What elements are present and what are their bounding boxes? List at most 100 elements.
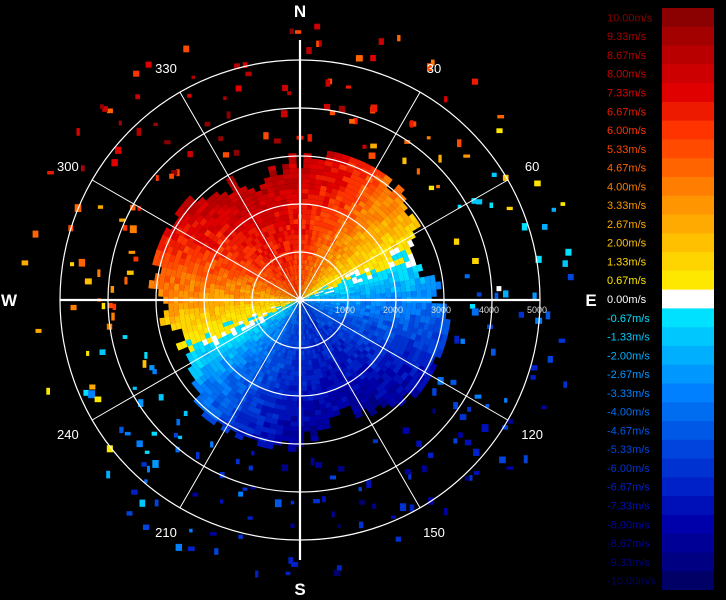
- scatter-echo: [358, 487, 362, 492]
- velocity-cell: [385, 292, 392, 298]
- scatter-echo: [534, 180, 541, 187]
- velocity-cell: [310, 163, 319, 170]
- scatter-echo: [318, 40, 322, 47]
- velocity-cell: [158, 288, 164, 297]
- radar-plot: ✲ N E S W 30 60 120 150 210 240 300 330 1000 2000 3000…: [1, 2, 597, 599]
- velocity-cell: [304, 360, 309, 366]
- velocity-cell: [213, 302, 220, 307]
- colorbar-label: -0.67m/s: [607, 313, 650, 325]
- scatter-echo: [242, 487, 248, 491]
- scatter-echo: [169, 173, 174, 179]
- scatter-echo: [173, 432, 178, 438]
- velocity-cell: [303, 421, 311, 427]
- colorbar-label: 0.00m/s: [607, 294, 647, 306]
- colorbar-swatch: [662, 327, 714, 347]
- velocity-cell: [400, 285, 407, 293]
- scatter-echo: [542, 224, 548, 230]
- scatter-echo: [164, 140, 171, 145]
- velocity-cell: [193, 285, 200, 293]
- scatter-echo: [506, 466, 514, 470]
- scatter-echo: [453, 438, 458, 444]
- colorbar-label: -2.67m/s: [607, 369, 650, 381]
- scatter-echo: [135, 94, 141, 100]
- scatter-echo: [142, 360, 147, 368]
- velocity-cell: [421, 289, 427, 297]
- velocity-cell: [290, 411, 298, 417]
- scatter-echo: [280, 110, 288, 118]
- velocity-cell: [411, 302, 417, 310]
- velocity-cell: [370, 301, 376, 307]
- scatter-echo: [32, 230, 39, 238]
- scatter-echo: [560, 202, 566, 206]
- velocity-cell: [219, 293, 225, 299]
- scatter-echo: [503, 290, 509, 298]
- scatter-echo: [395, 536, 401, 542]
- scatter-echo: [313, 499, 320, 504]
- velocity-cell: [360, 301, 366, 306]
- velocity-cell: [308, 405, 315, 412]
- velocity-cell: [234, 301, 240, 306]
- scatter-echo: [402, 427, 409, 434]
- scatter-echo: [238, 491, 243, 497]
- colorbar-label: -1.33m/s: [607, 332, 650, 344]
- velocity-cell: [178, 308, 185, 317]
- scatter-echo: [251, 450, 255, 456]
- velocity-cell: [283, 415, 292, 422]
- velocity-cell: [305, 375, 311, 381]
- scatter-echo: [81, 165, 85, 172]
- scatter-echo: [78, 258, 86, 267]
- scatter-echo: [76, 128, 80, 136]
- velocity-cell: [284, 183, 292, 190]
- velocity-cell: [302, 213, 307, 220]
- scatter-echo: [565, 248, 572, 256]
- scatter-echo: [416, 168, 420, 175]
- colorbar-label: 9.33m/s: [607, 31, 647, 43]
- colorbar-label: 8.00m/s: [607, 69, 647, 81]
- velocity-cell: [375, 293, 381, 299]
- scatter-echo: [457, 139, 462, 148]
- velocity-cell: [340, 296, 346, 299]
- scatter-echo: [238, 534, 243, 539]
- scatter-echo: [473, 448, 480, 456]
- velocity-cell: [302, 411, 310, 417]
- velocity-cell: [355, 292, 361, 296]
- velocity-cell: [289, 431, 297, 437]
- scatter-echo: [187, 546, 195, 552]
- velocity-cell: [302, 193, 309, 199]
- scatter-echo: [336, 565, 342, 571]
- scatter-echo: [282, 84, 288, 92]
- scatter-echo: [281, 464, 289, 472]
- velocity-cell: [291, 396, 298, 402]
- velocity-cell: [431, 289, 437, 297]
- scatter-echo: [111, 312, 115, 321]
- scatter-echo: [97, 269, 101, 277]
- velocity-cell: [168, 303, 174, 311]
- velocity-cell: [173, 309, 180, 317]
- velocity-cell: [219, 301, 225, 307]
- colorbar-swatch: [662, 533, 714, 553]
- velocity-cell: [301, 375, 307, 381]
- velocity-cell: [360, 291, 366, 296]
- velocity-cell: [301, 219, 307, 225]
- scatter-echo: [370, 143, 377, 149]
- scatter-echo: [110, 286, 115, 293]
- velocity-cell: [292, 208, 298, 215]
- colorbar-label: -4.00m/s: [607, 407, 650, 419]
- velocity-cell: [385, 287, 391, 294]
- scatter-echo: [391, 515, 396, 519]
- scatter-echo: [218, 136, 224, 142]
- scatter-echo: [496, 286, 502, 292]
- scatter-echo: [473, 471, 480, 475]
- velocity-cell: [173, 283, 180, 291]
- velocity-cell: [285, 400, 293, 407]
- scatter-echo: [290, 523, 295, 529]
- velocity-cell: [406, 291, 412, 298]
- compass-e: E: [585, 291, 596, 310]
- colorbar-swatch: [662, 195, 714, 215]
- azimuth-label: 60: [525, 159, 539, 174]
- scatter-echo: [210, 441, 214, 448]
- velocity-cell: [303, 426, 311, 432]
- scatter-echo: [436, 184, 440, 189]
- scatter-echo: [530, 375, 536, 380]
- scatter-echo: [209, 532, 217, 536]
